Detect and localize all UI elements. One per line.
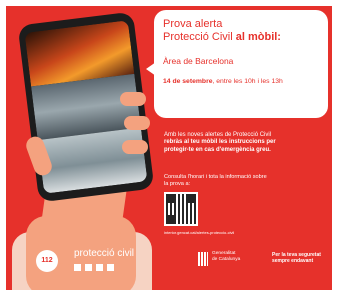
consulta-text: Consulta l'horari i tota la informació s…	[164, 174, 267, 187]
alert-subtitle: Protecció Civil al mòbil:	[163, 31, 281, 43]
finger-illustration	[122, 140, 148, 154]
qr-code-icon[interactable]	[164, 192, 198, 226]
alert-date: 14 de setembre, entre les 10h i les 13h	[163, 78, 283, 85]
finger-illustration	[120, 92, 146, 106]
finger-illustration	[124, 116, 150, 130]
footer: 112 protecció civil Generalitat de Catal…	[6, 244, 332, 290]
info-url-link[interactable]: interior.gencat.cat/alertes-proteccio-ci…	[164, 230, 234, 235]
generalitat-emblem-icon	[198, 252, 208, 266]
proteccio-civil-squares-logo	[74, 264, 114, 271]
info-text: Amb les noves alertes de Protecció Civil…	[164, 132, 276, 153]
speech-bubble: Prova alerta Protecció Civil al mòbil: À…	[154, 10, 328, 118]
alert-poster: Prova alerta Protecció Civil al mòbil: À…	[6, 6, 332, 290]
alert-area: Àrea de Barcelona	[163, 56, 234, 66]
generalitat-name: Generalitat de Catalunya	[212, 251, 241, 262]
flood-scene-image	[37, 127, 148, 194]
proteccio-civil-name: protecció civil	[74, 248, 135, 259]
emergency-112-logo: 112	[36, 250, 58, 272]
alert-title: Prova alerta	[163, 18, 223, 30]
slogan: Per la teva seguretat sempre endavant	[272, 252, 321, 264]
